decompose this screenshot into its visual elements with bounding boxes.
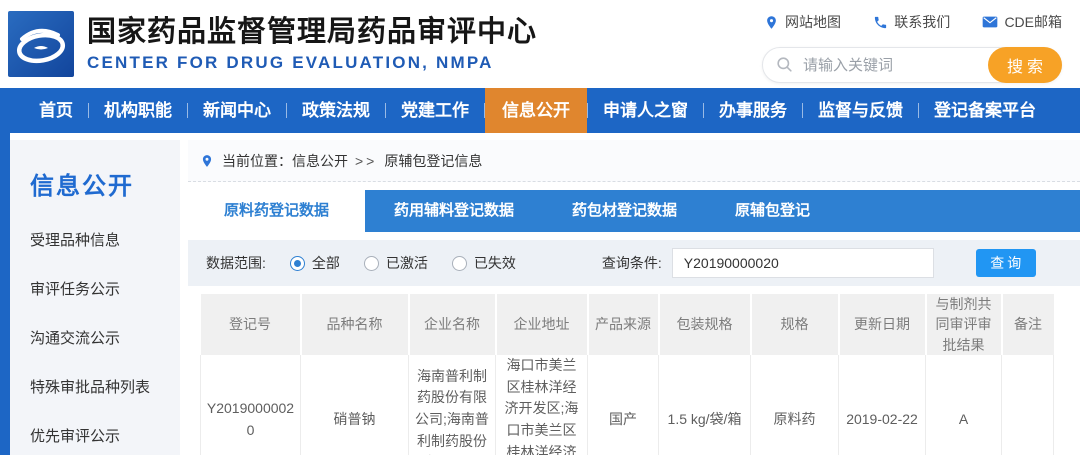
- radio-option-activated[interactable]: 已激活: [364, 253, 428, 273]
- sitemap-label: 网站地图: [785, 12, 841, 32]
- mailbox-link[interactable]: CDE邮箱: [982, 12, 1062, 32]
- nav-item-party-building[interactable]: 党建工作: [386, 88, 484, 133]
- nav-item-information-disclosure[interactable]: 信息公开: [485, 88, 587, 133]
- col-header-company-name: 企业名称: [409, 294, 496, 355]
- sidebar-item-communication[interactable]: 沟通交流公示: [30, 327, 174, 348]
- page: 国家药品监督管理局药品审评中心 CENTER FOR DRUG EVALUATI…: [0, 0, 1080, 455]
- radio-option-expired[interactable]: 已失效: [452, 253, 516, 273]
- envelope-icon: [982, 15, 998, 29]
- sidebar-item-special-approval-list[interactable]: 特殊审批品种列表: [30, 376, 174, 397]
- site-header: 国家药品监督管理局药品审评中心 CENTER FOR DRUG EVALUATI…: [0, 0, 1080, 88]
- breadcrumb-separator: >>: [355, 153, 377, 169]
- col-header-product-origin: 产品来源: [588, 294, 659, 355]
- mailbox-label: CDE邮箱: [1004, 12, 1062, 32]
- col-header-spec: 规格: [751, 294, 839, 355]
- brand-text: 国家药品监督管理局药品审评中心 CENTER FOR DRUG EVALUATI…: [87, 15, 537, 73]
- cell-registration-no: Y20190000020: [201, 355, 301, 455]
- col-header-registration-no: 登记号: [201, 294, 301, 355]
- nav-item-applicant-window[interactable]: 申请人之窗: [588, 88, 703, 133]
- body: 信息公开 受理品种信息 审评任务公示 沟通交流公示 特殊审批品种列表 优先审评公…: [0, 133, 1080, 455]
- radio-option-all[interactable]: 全部: [290, 253, 340, 273]
- search-icon: [775, 55, 794, 79]
- site-subtitle: CENTER FOR DRUG EVALUATION, NMPA: [87, 53, 537, 73]
- tab-packaging-registration-data[interactable]: 药包材登记数据: [543, 190, 706, 232]
- breadcrumb: 当前位置： 信息公开 >> 原辅包登记信息: [188, 140, 1080, 182]
- cell-remarks: [1002, 355, 1054, 455]
- nav-item-home[interactable]: 首页: [24, 88, 88, 133]
- main-content: 当前位置： 信息公开 >> 原辅包登记信息 原料药登记数据 药用辅料登记数据 药…: [188, 140, 1080, 455]
- cell-spec: 原料药: [751, 355, 839, 455]
- radio-unselected-icon[interactable]: [364, 256, 379, 271]
- brand[interactable]: 国家药品监督管理局药品审评中心 CENTER FOR DRUG EVALUATI…: [8, 11, 537, 77]
- results-table: 登记号 品种名称 企业名称 企业地址 产品来源 包装规格 规格 更新日期 与制剂…: [200, 294, 1054, 455]
- contact-label: 联系我们: [894, 12, 950, 32]
- location-pin-icon: [764, 15, 779, 30]
- radio-activated-label: 已激活: [386, 253, 428, 273]
- nav-item-functions[interactable]: 机构职能: [89, 88, 187, 133]
- nav-item-registration-platform[interactable]: 登记备案平台: [919, 88, 1051, 133]
- nav-item-policies[interactable]: 政策法规: [287, 88, 385, 133]
- col-header-company-address: 企业地址: [496, 294, 588, 355]
- cell-company-address: 海口市美兰区桂林洋经济开发区;海口市美兰区桂林洋经济开发区: [496, 355, 588, 455]
- breadcrumb-prefix: 当前位置：: [222, 151, 292, 171]
- breadcrumb-pin-icon: [200, 153, 214, 169]
- left-accent-strip: [0, 133, 10, 455]
- cell-variety-name: 硝普钠: [301, 355, 409, 455]
- col-header-joint-review-result: 与制剂共同审评审批结果: [926, 294, 1002, 355]
- col-header-update-date: 更新日期: [839, 294, 926, 355]
- tab-bar: 原料药登记数据 药用辅料登记数据 药包材登记数据 原辅包登记: [188, 190, 1080, 232]
- breadcrumb-current: 原辅包登记信息: [384, 151, 482, 171]
- tab-api-registration-data[interactable]: 原料药登记数据: [188, 190, 365, 232]
- cell-product-origin: 国产: [588, 355, 659, 455]
- query-condition-input[interactable]: [672, 248, 934, 278]
- sidebar-item-review-tasks[interactable]: 审评任务公示: [30, 278, 174, 299]
- sidebar-item-accepted-varieties[interactable]: 受理品种信息: [30, 229, 174, 250]
- breadcrumb-section-link[interactable]: 信息公开: [292, 151, 348, 171]
- main-nav: 首页 机构职能 新闻中心 政策法规 党建工作 信息公开 申请人之窗 办事服务 监…: [0, 88, 1080, 133]
- nav-item-news[interactable]: 新闻中心: [188, 88, 286, 133]
- sidebar: 信息公开 受理品种信息 审评任务公示 沟通交流公示 特殊审批品种列表 优先审评公…: [10, 140, 180, 455]
- contact-link[interactable]: 联系我们: [873, 12, 950, 32]
- search-button[interactable]: 搜索: [988, 47, 1062, 83]
- table-row: Y20190000020 硝普钠 海南普利制药股份有限公司;海南普利制药股份有限…: [201, 355, 1054, 455]
- sidebar-item-priority-review[interactable]: 优先审评公示: [30, 425, 174, 446]
- header-right: 网站地图 联系我们 CDE邮箱: [762, 12, 1064, 83]
- tab-excipient-registration-data[interactable]: 药用辅料登记数据: [365, 190, 543, 232]
- col-header-packaging-spec: 包装规格: [659, 294, 751, 355]
- query-button[interactable]: 查询: [976, 249, 1036, 277]
- radio-expired-label: 已失效: [474, 253, 516, 273]
- nav-item-supervision-feedback[interactable]: 监督与反馈: [803, 88, 918, 133]
- col-header-remarks: 备注: [1002, 294, 1054, 355]
- radio-all-label: 全部: [312, 253, 340, 273]
- results-table-wrap: 登记号 品种名称 企业名称 企业地址 产品来源 包装规格 规格 更新日期 与制剂…: [200, 294, 1067, 455]
- query-condition-label: 查询条件:: [602, 253, 662, 273]
- tab-raw-aux-pack-registration[interactable]: 原辅包登记: [706, 190, 839, 232]
- table-header-row: 登记号 品种名称 企业名称 企业地址 产品来源 包装规格 规格 更新日期 与制剂…: [201, 294, 1054, 355]
- sidebar-title: 信息公开: [30, 166, 174, 201]
- phone-icon: [873, 15, 888, 30]
- cell-joint-review-result: A: [926, 355, 1002, 455]
- cell-company-name: 海南普利制药股份有限公司;海南普利制药股份有限公司: [409, 355, 496, 455]
- quick-links: 网站地图 联系我们 CDE邮箱: [762, 12, 1064, 32]
- cde-logo-icon: [8, 11, 74, 77]
- scope-label: 数据范围:: [206, 253, 266, 273]
- radio-unselected-icon[interactable]: [452, 256, 467, 271]
- search-bar: 搜索: [762, 47, 1062, 83]
- cell-packaging-spec: 1.5 kg/袋/箱: [659, 355, 751, 455]
- col-header-variety-name: 品种名称: [301, 294, 409, 355]
- filter-bar: 数据范围: 全部 已激活 已失效 查询条件: 查询: [188, 240, 1080, 286]
- site-title: 国家药品监督管理局药品审评中心: [87, 15, 537, 50]
- radio-selected-icon[interactable]: [290, 256, 305, 271]
- cell-update-date: 2019-02-22: [839, 355, 926, 455]
- sitemap-link[interactable]: 网站地图: [764, 12, 841, 32]
- nav-item-services[interactable]: 办事服务: [704, 88, 802, 133]
